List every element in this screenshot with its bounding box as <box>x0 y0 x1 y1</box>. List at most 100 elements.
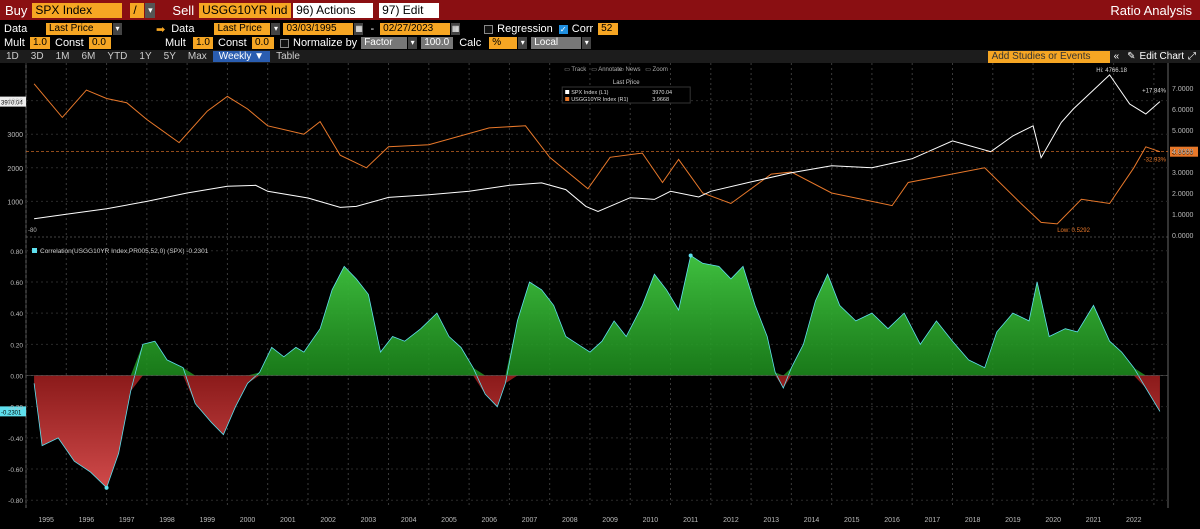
pencil-icon[interactable]: ✎ <box>1123 51 1139 62</box>
legend-swatch <box>565 97 570 101</box>
data2-dropdown-icon[interactable]: ▾ <box>271 23 281 35</box>
x-tick-label: 1995 <box>38 517 54 524</box>
right-tick-label: 3.0000 <box>1172 170 1194 177</box>
data-dropdown-icon[interactable]: ▾ <box>113 23 122 35</box>
corr-tick-label: 0.20 <box>10 342 23 349</box>
page-title: Ratio Analysis <box>1110 2 1192 18</box>
security1-field[interactable]: SPX Index <box>32 2 123 18</box>
tab-1m[interactable]: 1M <box>50 51 76 62</box>
corr-tick-label: -0.80 <box>8 498 23 505</box>
left-tick-label: 1000 <box>7 199 23 206</box>
tab-ytd[interactable]: YTD <box>101 51 133 62</box>
chart-grid <box>25 63 1169 508</box>
right-tick-label: 7.0000 <box>1172 86 1194 93</box>
tab-1d[interactable]: 1D <box>0 51 25 62</box>
end-date-calendar-icon[interactable]: ▦ <box>451 23 461 35</box>
chart-area: 3.96683970.04 +17.84% -32.93% Hi: 4766.18 Lo… <box>0 63 1198 524</box>
yield-series-line <box>33 83 1161 225</box>
right-tick-label: 6.0000 <box>1172 107 1194 114</box>
x-tick-label: 2010 <box>643 517 659 524</box>
add-studies-input[interactable]: Add Studies or Events <box>987 50 1110 63</box>
right-tick-label: 5.0000 <box>1172 128 1194 135</box>
mult-field[interactable]: 1.0 <box>30 37 50 49</box>
sell-label: Sell <box>172 2 195 18</box>
left-tick-label: 4000 <box>7 99 23 106</box>
calc-label: Calc <box>459 37 482 49</box>
x-tick-label: 1999 <box>199 517 215 524</box>
end-date-field[interactable]: 02/27/2023 <box>380 23 451 35</box>
normalize-dropdown-icon[interactable]: ▾ <box>408 37 418 49</box>
x-tick-label: 2022 <box>1126 517 1142 524</box>
corr-tick-label: -0.60 <box>8 467 23 474</box>
tab-1y[interactable]: 1Y <box>133 51 157 62</box>
x-tick-label: 1997 <box>119 517 135 524</box>
collapse-icon[interactable]: « <box>1110 51 1124 62</box>
tab-max[interactable]: Max <box>182 51 213 62</box>
currency-dropdown-icon[interactable]: ▾ <box>582 37 592 49</box>
legend-swatch <box>565 90 570 94</box>
x-tick-label: 2004 <box>401 517 417 524</box>
right-tick-label: 1.0000 <box>1172 212 1194 219</box>
tab-3d[interactable]: 3D <box>25 51 50 62</box>
calc-dropdown-icon[interactable]: ▾ <box>518 37 528 49</box>
x-tick-label: 1996 <box>79 517 95 524</box>
corr-tick-label: 0.00 <box>10 374 23 381</box>
corr-tick-label: 0.80 <box>10 249 23 256</box>
data2-label: Data <box>171 23 195 35</box>
tab-weekly[interactable]: Weekly ▼ <box>212 51 271 62</box>
legend-title: Last Price <box>613 80 640 86</box>
corr-period-field[interactable]: 52 <box>598 23 619 35</box>
data2-field[interactable]: Last Price <box>214 23 271 35</box>
corr-tick-label: 0.40 <box>10 311 23 318</box>
tab-5y[interactable]: 5Y <box>158 51 182 62</box>
corr-checkbox[interactable]: ✓ <box>558 24 568 34</box>
spx-pct-label: +17.84% <box>1142 89 1167 95</box>
edit-chart-button[interactable]: Edit Chart <box>1140 51 1184 62</box>
x-tick-label: 2003 <box>361 517 377 524</box>
right-tick-label: 4.0000 <box>1172 149 1194 156</box>
operator-field[interactable]: / <box>130 2 145 18</box>
chart-toolbar: 1D 3D 1M 6M YTD 1Y 5Y Max Weekly ▼ Table… <box>0 50 1200 63</box>
factor-field[interactable]: 100.0 <box>421 37 454 49</box>
x-tick-label: 2015 <box>844 517 860 524</box>
mult-row: Mult 1.0 Const 0.0 Mult 1.0 Const 0.0 No… <box>0 36 1200 60</box>
operator-dropdown-icon[interactable]: ▾ <box>145 2 156 18</box>
start-date-calendar-icon[interactable]: ▦ <box>354 23 364 35</box>
normalize-checkbox[interactable] <box>280 38 289 48</box>
start-date-field[interactable]: 03/03/1995 <box>283 23 354 35</box>
x-tick-label: 2017 <box>925 517 941 524</box>
axes: 1995 1996 1997 1998 1999 2000 2001 2002 2003 2004… <box>7 86 1193 524</box>
edit-button[interactable]: 97) Edit <box>379 2 440 18</box>
currency-field[interactable]: Local CCY <box>531 37 582 60</box>
const-field[interactable]: 0.0 <box>89 37 111 49</box>
const2-field[interactable]: 0.0 <box>252 37 274 49</box>
regression-label: Regression <box>497 23 553 35</box>
yield-pct-label: -32.93% <box>1144 158 1167 164</box>
security2-field[interactable]: USGG10YR Ind <box>199 2 292 18</box>
legend-item-name: USGG10YR Index (R1) <box>571 97 628 103</box>
data-label: Data <box>4 23 28 35</box>
mult2-field[interactable]: 1.0 <box>193 37 213 49</box>
corr-title: Correlation(USGG10YR Index,PR005,52,0) (… <box>40 248 209 255</box>
corr-max-marker <box>688 253 693 258</box>
x-tick-label: 2012 <box>723 517 739 524</box>
calc-field[interactable]: % <box>489 37 518 49</box>
actions-button[interactable]: 96) Actions <box>293 2 374 18</box>
expand-icon[interactable]: ⤢ <box>1184 51 1200 62</box>
data-field[interactable]: Last Price <box>46 23 112 35</box>
tab-table[interactable]: Table <box>270 51 306 62</box>
mult-label: Mult <box>4 37 25 49</box>
top-command-bar: Buy SPX Index / ▾ Sell USGG10YR Ind 96) … <box>0 0 1200 20</box>
corr-title-swatch <box>32 248 37 253</box>
corr-positive-area <box>34 255 1160 376</box>
normalize-field[interactable]: Factor <box>361 37 408 49</box>
data-row: Data Last Price ▾ ➡ Data Last Price ▾ 03… <box>0 22 1200 36</box>
corr-tick-label: 0.60 <box>10 280 23 287</box>
arrow-right-icon: ➡ <box>156 23 166 36</box>
corr-negative-area <box>34 375 1160 488</box>
x-tick-label: 2011 <box>683 517 698 524</box>
right-tick-label: 0.0000 <box>1172 233 1194 240</box>
tab-6m[interactable]: 6M <box>76 51 102 62</box>
legend-tool-zoom: ▭ Zoom <box>645 67 668 73</box>
regression-checkbox[interactable] <box>484 24 494 34</box>
